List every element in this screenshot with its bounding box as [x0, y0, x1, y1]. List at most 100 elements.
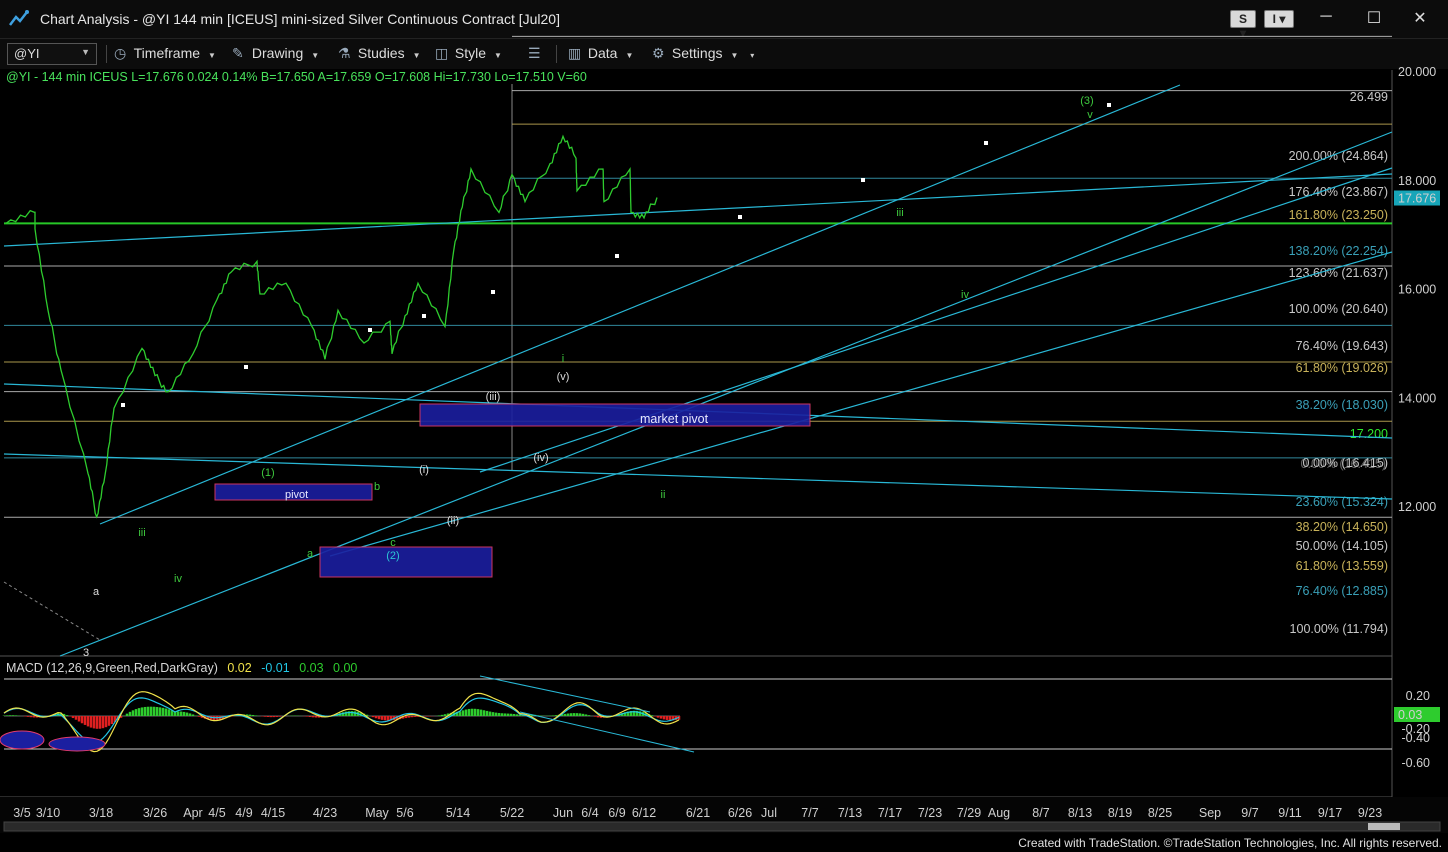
- wave-label: a: [307, 548, 314, 560]
- projection-marker: [244, 365, 248, 369]
- fib-level-label: 161.80% (23.250): [1289, 208, 1388, 222]
- macd-value-4: 0.00: [333, 661, 358, 675]
- wave-label: ii: [661, 489, 666, 501]
- fib-level-label: 38.20% (18.030): [1296, 398, 1388, 412]
- fib-level-label: 100.00% (11.794): [1290, 622, 1388, 636]
- date-axis-tick: May: [365, 806, 389, 820]
- date-axis-tick: 8/7: [1032, 806, 1049, 820]
- fib-level-label: 61.80% (13.559): [1296, 559, 1388, 573]
- wave-label: i: [562, 353, 564, 365]
- date-axis-tick: 4/23: [313, 806, 337, 820]
- date-axis-tick: 7/23: [918, 806, 942, 820]
- macd-value-2: -0.01: [261, 661, 290, 675]
- trendline: [3, 453, 1393, 500]
- date-axis-tick: 6/21: [686, 806, 710, 820]
- price-axis-tick: 16.000: [1398, 283, 1436, 297]
- date-axis-tick: 7/17: [878, 806, 902, 820]
- projection-marker: [121, 403, 125, 407]
- wave-label: v: [1087, 109, 1093, 121]
- fib-level-label: 50.00% (14.105): [1296, 539, 1388, 553]
- date-axis-tick: 9/11: [1278, 806, 1301, 820]
- macd-name: MACD (12,26,9,Green,Red,DarkGray): [6, 661, 218, 675]
- date-axis-tick: 4/15: [261, 806, 285, 820]
- macd-axis-tick: -0.60: [1402, 756, 1431, 770]
- date-axis-tick: 3/18: [89, 806, 113, 820]
- fib-level-label: 26.499: [1350, 90, 1388, 104]
- last-price-label: 17.676: [1398, 192, 1436, 206]
- wave-label: (v): [557, 371, 570, 383]
- scrollbar-thumb: [1368, 823, 1400, 830]
- macd-last-label: 0.03: [1398, 708, 1422, 722]
- fib-level-label: 76.40% (12.885): [1296, 584, 1388, 598]
- fib-level-label: 76.40% (19.643): [1296, 339, 1388, 353]
- pivot-label: pivot: [285, 489, 308, 501]
- projection-marker: [491, 290, 495, 294]
- date-axis-tick: 9/23: [1358, 806, 1382, 820]
- macd-value-1: 0.02: [227, 661, 252, 675]
- wave-label: (iv): [533, 452, 548, 464]
- support-box: [319, 546, 493, 578]
- date-axis-tick: 9/7: [1241, 806, 1258, 820]
- wave-label: iv: [174, 573, 182, 585]
- date-axis-tick: 6/4: [581, 806, 598, 820]
- date-axis-tick: 7/13: [838, 806, 862, 820]
- date-axis-tick: Sep: [1199, 806, 1221, 820]
- date-axis-tick: 8/19: [1108, 806, 1132, 820]
- wave-label: (i): [419, 464, 429, 476]
- projection-marker: [1107, 103, 1111, 107]
- trendline: [3, 173, 1393, 247]
- date-axis-tick: 3/26: [143, 806, 167, 820]
- footer-credit: Created with TradeStation. ©TradeStation…: [1018, 836, 1442, 850]
- projection-marker: [984, 141, 988, 145]
- wave-label: iii: [896, 207, 903, 219]
- date-axis-tick: Jun: [553, 806, 573, 820]
- wave-label: a: [93, 586, 100, 598]
- fib-level-label: 17.200: [1350, 427, 1388, 441]
- projection-marker: [615, 254, 619, 258]
- date-axis-tick: 8/25: [1148, 806, 1172, 820]
- wave-label: (iii): [486, 391, 501, 403]
- wave-label: (1): [261, 467, 274, 479]
- fib-level-label: 100.00% (20.640): [1289, 302, 1388, 316]
- macd-trendline: [479, 675, 651, 713]
- fib-level-label: 38.20% (14.650): [1296, 520, 1388, 534]
- wave-label: iii: [138, 527, 145, 539]
- chart-canvas[interactable]: 26.499200.00% (24.864)176.40% (23.867)16…: [0, 0, 1448, 852]
- fib-level-label: 138.20% (22.254): [1289, 244, 1388, 258]
- divergence-marker: [48, 736, 106, 752]
- date-axis-tick: 5/6: [396, 806, 413, 820]
- date-axis-tick: Apr: [183, 806, 202, 820]
- date-axis-tick: 7/7: [801, 806, 818, 820]
- price-status-line: @YI - 144 min ICEUS L=17.676 0.024 0.14%…: [6, 70, 587, 84]
- wave-label: iv: [961, 289, 969, 301]
- horizontal-scrollbar: [3, 821, 1441, 832]
- date-axis-tick: 6/26: [728, 806, 752, 820]
- fib-level-label: 200.00% (24.864): [1289, 149, 1388, 163]
- date-axis-tick: 3/5: [13, 806, 30, 820]
- date-axis-tick: 3/10: [36, 806, 60, 820]
- wave-label: 3: [83, 647, 89, 659]
- price-axis-tick: 14.000: [1398, 391, 1436, 405]
- fib-level-label: 61.80% (19.026): [1296, 361, 1388, 375]
- macd-value-3: 0.03: [299, 661, 324, 675]
- date-axis-tick: Aug: [988, 806, 1010, 820]
- price-axis-tick: 12.000: [1398, 500, 1436, 514]
- date-axis-tick: 4/9: [235, 806, 252, 820]
- market-pivot-label: market pivot: [640, 412, 709, 426]
- date-axis-tick: 5/22: [500, 806, 524, 820]
- wave-label: (3): [1080, 95, 1093, 107]
- date-axis-tick: 6/9: [608, 806, 625, 820]
- market-pivot-box: [419, 403, 811, 427]
- date-axis-tick: 5/14: [446, 806, 470, 820]
- projection-marker: [738, 215, 742, 219]
- divergence-marker: [0, 730, 45, 750]
- dashed-guide: [3, 581, 101, 641]
- date-axis-tick: Jul: [761, 806, 777, 820]
- date-axis-tick: 6/12: [632, 806, 656, 820]
- price-axis-tick: 18.000: [1398, 174, 1436, 188]
- projection-marker: [368, 328, 372, 332]
- date-axis-tick: 7/29: [957, 806, 981, 820]
- date-axis-tick: 9/17: [1318, 806, 1342, 820]
- fib-level-label-shadow: 0.00% (16.415): [1301, 457, 1386, 471]
- date-axis-tick: 4/5: [208, 806, 225, 820]
